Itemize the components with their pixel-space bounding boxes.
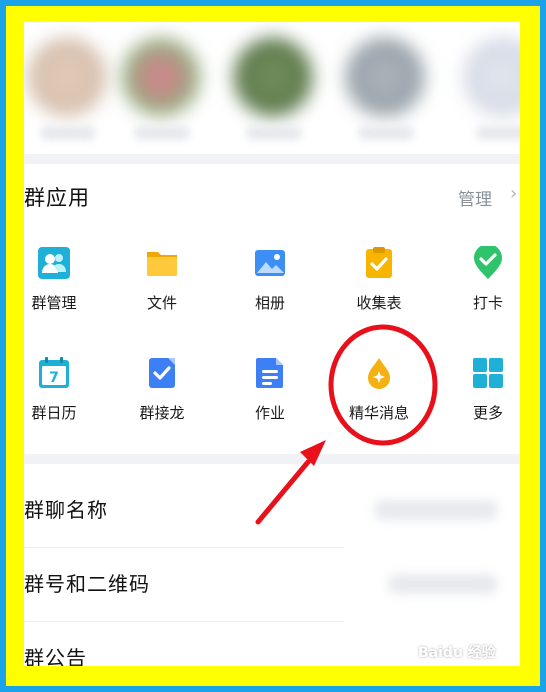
section-divider	[24, 454, 520, 464]
app-photo-album[interactable]: 相册	[225, 246, 315, 313]
app-label: 群接龙	[139, 404, 185, 422]
more-grid-icon	[473, 358, 503, 388]
app-label: 打卡	[472, 294, 503, 312]
member-name	[246, 126, 302, 140]
app-group-relay[interactable]: 群接龙	[117, 356, 207, 423]
app-group-calendar[interactable]: 7 群日历	[24, 356, 99, 423]
member-name	[40, 126, 96, 140]
app-label: 更多	[472, 404, 503, 422]
app-label: 群管理	[31, 294, 77, 312]
folder-icon	[147, 252, 177, 276]
member-avatar[interactable]	[234, 38, 312, 116]
app-check-in[interactable]: 打卡	[443, 244, 520, 313]
app-label: 相册	[254, 294, 285, 312]
group-number-value	[388, 574, 498, 594]
calendar-icon: 7	[39, 357, 69, 388]
member-avatar[interactable]	[28, 38, 106, 116]
app-label: 收集表	[356, 294, 402, 312]
baidu-watermark: Baidu 经验	[418, 645, 496, 661]
row-title: 群号和二维码	[24, 572, 150, 596]
manage-link[interactable]: 管理	[458, 185, 492, 210]
group-name-row[interactable]: 群聊名称	[24, 474, 520, 546]
member-avatar[interactable]	[464, 38, 520, 116]
chevron-right-icon[interactable]: ›	[510, 183, 517, 204]
collection-form-icon	[366, 247, 392, 278]
calendar-day: 7	[49, 370, 59, 386]
check-in-icon	[474, 244, 502, 279]
homework-icon	[256, 358, 283, 388]
group-settings-screen: 群应用 管理 › 群管理 文件 相册 收集表 打卡 7 群日历 群接龙 作业 精…	[24, 22, 520, 666]
app-label: 文件	[146, 294, 177, 312]
photo-album-icon	[255, 250, 285, 276]
essence-message-icon	[368, 358, 390, 389]
app-collection-form[interactable]: 收集表	[334, 246, 424, 313]
app-homework[interactable]: 作业	[225, 356, 315, 423]
app-essence-messages[interactable]: 精华消息	[334, 356, 424, 423]
member-avatar-strip	[24, 22, 520, 162]
app-group-manage[interactable]: 群管理	[24, 246, 99, 313]
app-files[interactable]: 文件	[117, 246, 207, 313]
app-label: 作业	[254, 404, 285, 422]
app-label: 群日历	[31, 404, 77, 422]
row-title: 群聊名称	[24, 498, 108, 522]
member-avatar[interactable]	[346, 38, 424, 116]
row-title: 群公告	[24, 646, 87, 666]
group-manage-icon	[38, 247, 70, 279]
group-number-qrcode-row[interactable]: 群号和二维码	[24, 548, 520, 620]
group-name-value	[374, 500, 498, 520]
group-apps-title: 群应用	[24, 186, 90, 210]
app-more[interactable]: 更多	[443, 356, 520, 423]
member-name	[358, 126, 414, 140]
member-name	[476, 126, 520, 140]
app-label: 精华消息	[348, 404, 409, 422]
member-name	[134, 126, 190, 140]
relay-icon	[149, 358, 175, 388]
section-divider	[24, 154, 520, 164]
member-avatar[interactable]	[122, 38, 200, 116]
